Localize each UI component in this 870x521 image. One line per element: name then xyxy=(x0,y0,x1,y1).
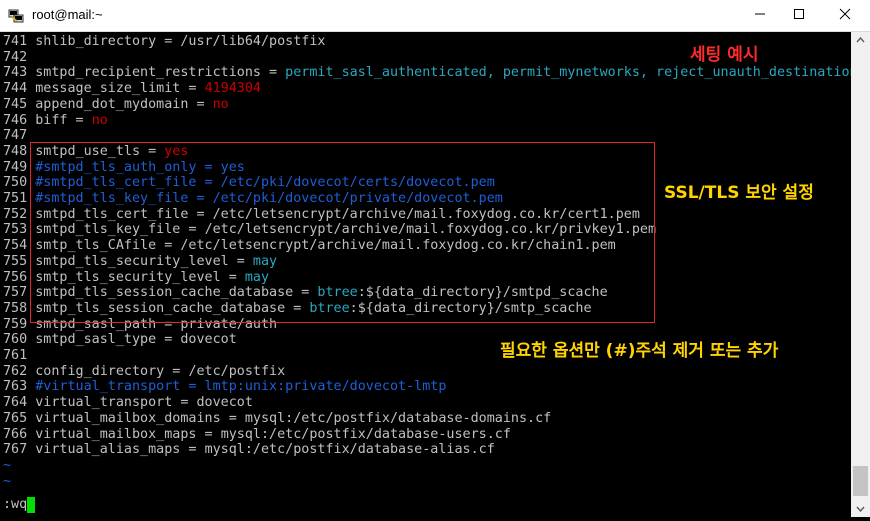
terminal-line: 764 virtual_transport = dovecot xyxy=(3,395,253,411)
text-cursor xyxy=(27,497,35,513)
terminal-line: 742 xyxy=(3,50,35,66)
line-number: 767 xyxy=(3,442,36,458)
scroll-thumb[interactable] xyxy=(853,466,868,496)
config-key: append_dot_mydomain = xyxy=(35,96,213,112)
terminal-line: 745 append_dot_mydomain = no xyxy=(3,97,229,113)
config-value: mysql:/etc/postfix/database-users.cf xyxy=(220,426,511,442)
config-key: virtual_transport = xyxy=(35,395,197,411)
config-key: message_size_limit = xyxy=(35,81,205,97)
line-number: 744 xyxy=(3,81,36,97)
empty-buffer-line: ~ xyxy=(3,457,12,473)
window-title: root@mail:~ xyxy=(32,7,103,22)
config-value: dovecot xyxy=(196,395,253,411)
config-key: shlib_directory = xyxy=(35,34,181,49)
line-number: 762 xyxy=(3,363,36,379)
chevron-up-icon xyxy=(856,36,865,43)
config-value: no xyxy=(91,112,108,128)
annotation-setting-example: 세팅 예시 xyxy=(690,45,759,65)
line-number: 765 xyxy=(3,410,36,426)
line-number: 764 xyxy=(3,395,36,411)
terminal-line: 741 shlib_directory = /usr/lib64/postfix xyxy=(3,34,326,50)
config-key: smtpd_recipient_restrictions = xyxy=(35,65,286,81)
close-icon xyxy=(839,7,851,25)
config-value: 4194304 xyxy=(204,81,261,97)
line-number: 761 xyxy=(3,348,36,363)
terminal-line: 762 config_directory = /etc/postfix xyxy=(3,364,285,380)
config-value: mysql:/etc/postfix/database-domains.cf xyxy=(244,410,552,426)
config-key: virtual_alias_maps = xyxy=(35,442,205,458)
config-value: no xyxy=(212,96,229,112)
line-number: 763 xyxy=(3,379,36,395)
minimize-icon xyxy=(754,7,766,25)
terminal-line: 767 virtual_alias_maps = mysql:/etc/post… xyxy=(3,442,495,458)
config-value: dovecot xyxy=(180,332,237,348)
terminal-line: 763 #virtual_transport = lmtp:unix:priva… xyxy=(3,379,446,395)
config-key: biff = xyxy=(35,112,92,128)
annotation-options-note: 필요한 옵션만 (#)주석 제거 또는 추가 xyxy=(500,341,779,361)
vim-command-line[interactable]: :wq xyxy=(3,497,27,513)
config-key: config_directory = xyxy=(35,363,189,379)
terminal-line: 760 smtpd_sasl_type = dovecot xyxy=(3,332,237,348)
maximize-button[interactable] xyxy=(776,0,822,31)
config-value: mysql:/etc/postfix/database-alias.cf xyxy=(204,442,495,458)
line-number: 746 xyxy=(3,112,36,128)
config-key: virtual_mailbox_domains = xyxy=(35,410,245,426)
terminal-line: 746 biff = no xyxy=(3,113,108,129)
line-number: 745 xyxy=(3,96,36,112)
vertical-scrollbar[interactable] xyxy=(851,32,870,517)
terminal-line: 743 smtpd_recipient_restrictions = permi… xyxy=(3,65,851,81)
config-value: permit_sasl_authenticated, permit_mynetw… xyxy=(285,65,851,81)
scroll-up-button[interactable] xyxy=(851,32,870,49)
putty-terminal-icon[interactable] xyxy=(8,8,24,24)
close-button[interactable] xyxy=(822,0,868,31)
line-number: 760 xyxy=(3,332,36,348)
config-key: smtpd_sasl_type = xyxy=(35,332,181,348)
config-value: /usr/lib64/postfix xyxy=(180,34,326,49)
ssl-settings-highlight-box xyxy=(30,142,655,323)
maximize-icon xyxy=(793,7,805,25)
annotation-ssl-tls-settings: SSL/TLS 보안 설정 xyxy=(664,183,814,203)
scroll-down-button[interactable] xyxy=(851,500,870,517)
line-number: 766 xyxy=(3,426,36,442)
chevron-down-icon xyxy=(856,506,865,513)
window-title-bar[interactable]: root@mail:~ xyxy=(0,0,870,32)
empty-buffer-line: ~ xyxy=(3,473,12,489)
terminal-line: 744 message_size_limit = 4194304 xyxy=(3,81,261,97)
terminal-line: 765 virtual_mailbox_domains = mysql:/etc… xyxy=(3,411,551,427)
config-value: /etc/postfix xyxy=(188,363,286,379)
config-key: virtual_mailbox_maps = xyxy=(35,426,221,442)
config-comment: #virtual_transport = lmtp:unix:private/d… xyxy=(35,379,447,395)
terminal-line: 766 virtual_mailbox_maps = mysql:/etc/po… xyxy=(3,427,511,443)
line-number: 742 xyxy=(3,49,36,65)
terminal-line: 761 xyxy=(3,348,35,364)
line-number: 743 xyxy=(3,65,36,81)
line-number: 747 xyxy=(3,128,36,144)
line-number: 741 xyxy=(3,34,36,49)
